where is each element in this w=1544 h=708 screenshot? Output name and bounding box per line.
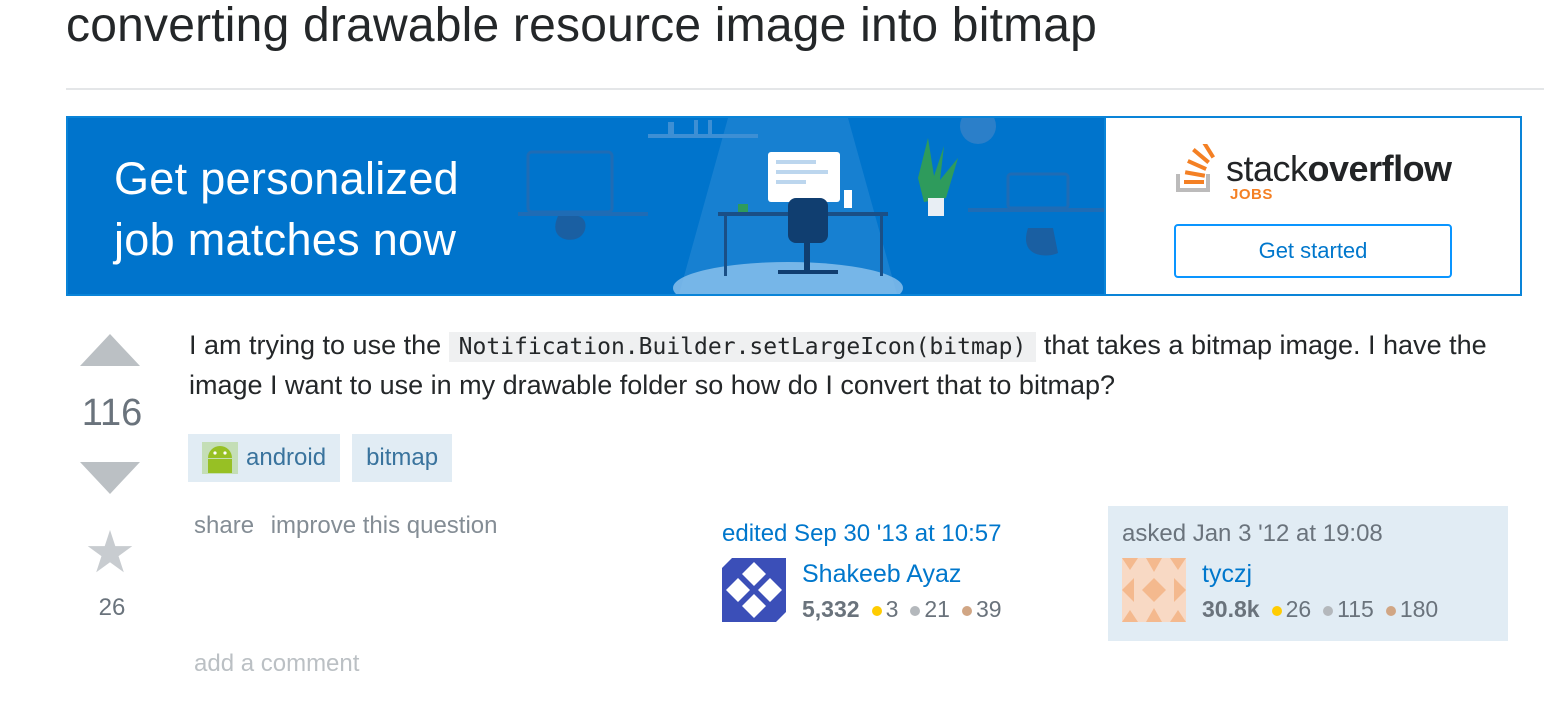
gold-badge-icon xyxy=(871,605,882,616)
bronze-badge-icon xyxy=(1385,605,1396,616)
bronze-badge-count: 180 xyxy=(1399,596,1439,622)
title-divider xyxy=(66,88,1544,90)
asker-avatar[interactable] xyxy=(1122,558,1186,622)
get-started-button[interactable]: Get started xyxy=(1174,224,1452,278)
add-comment-link[interactable]: add a comment xyxy=(194,650,359,678)
logo-jobs-label: JOBS xyxy=(1230,186,1273,203)
editor-name-link[interactable]: Shakeeb Ayaz xyxy=(802,560,961,589)
favorite-count: 26 xyxy=(98,594,126,621)
inline-code: Notification.Builder.setLargeIcon(bitmap… xyxy=(448,332,1037,362)
question-body: I am trying to use the Notification.Buil… xyxy=(189,326,1519,404)
editor-avatar[interactable] xyxy=(722,558,786,622)
android-icon xyxy=(202,442,238,474)
editor-reputation: 5,332 3 21 39 xyxy=(802,596,1012,623)
bronze-badge-count: 39 xyxy=(975,596,1002,622)
edited-timestamp-link[interactable]: edited Sep 30 '13 at 10:57 xyxy=(722,520,1001,548)
asker-user-card: asked Jan 3 '12 at 19:08 tyczj 30.8k 26 11… xyxy=(1108,506,1508,641)
logo-word-light: stack xyxy=(1226,148,1308,189)
office-illustration xyxy=(518,118,1108,294)
tag-bitmap[interactable]: bitmap xyxy=(352,434,453,482)
gold-badge-count: 26 xyxy=(1285,596,1312,622)
vote-count: 116 xyxy=(81,392,143,434)
downvote-arrow-icon[interactable] xyxy=(80,462,140,494)
body-text-start: I am trying to use the xyxy=(189,330,449,360)
silver-badge-count: 115 xyxy=(1337,596,1374,622)
share-link[interactable]: share xyxy=(194,512,254,539)
jobs-cta-panel: stackoverflow JOBS Get started xyxy=(1104,118,1520,294)
asked-timestamp: asked Jan 3 '12 at 19:08 xyxy=(1122,520,1383,547)
banner-headline: Get personalized job matches now xyxy=(114,148,459,270)
question-title[interactable]: converting drawable resource image into … xyxy=(66,0,1097,52)
post-menu: share improve this question xyxy=(194,512,508,540)
tag-android[interactable]: android xyxy=(188,434,341,482)
stack-overflow-logo-icon xyxy=(1176,144,1215,192)
silver-badge-icon xyxy=(910,605,921,616)
upvote-arrow-icon[interactable] xyxy=(80,334,140,366)
tag-label: bitmap xyxy=(366,444,439,471)
banner-headline-line1: Get personalized xyxy=(114,153,460,204)
gold-badge-icon xyxy=(1271,605,1282,616)
banner-headline-line2: job matches now xyxy=(114,214,457,265)
tag-list: android bitmap xyxy=(188,434,453,482)
tag-label: android xyxy=(246,444,327,471)
stack-overflow-jobs-logo[interactable]: stackoverflow JOBS xyxy=(1174,142,1454,203)
favorite-star-icon[interactable]: ★ xyxy=(84,524,136,582)
asker-name-link[interactable]: tyczj xyxy=(1202,560,1252,589)
bronze-badge-icon xyxy=(961,605,972,616)
logo-word-bold: overflow xyxy=(1307,148,1453,189)
improve-question-link[interactable]: improve this question xyxy=(271,512,498,539)
asker-reputation: 30.8k 26 115 180 xyxy=(1202,596,1448,623)
jobs-banner-ad[interactable]: Get personalized job matches now stackov… xyxy=(66,116,1522,296)
logo-wordmark: stackoverflow xyxy=(1226,148,1452,190)
gold-badge-count: 3 xyxy=(885,596,899,622)
silver-badge-count: 21 xyxy=(924,596,950,622)
reputation-score: 30.8k xyxy=(1202,596,1260,622)
reputation-score: 5,332 xyxy=(802,596,860,622)
silver-badge-icon xyxy=(1323,605,1334,616)
